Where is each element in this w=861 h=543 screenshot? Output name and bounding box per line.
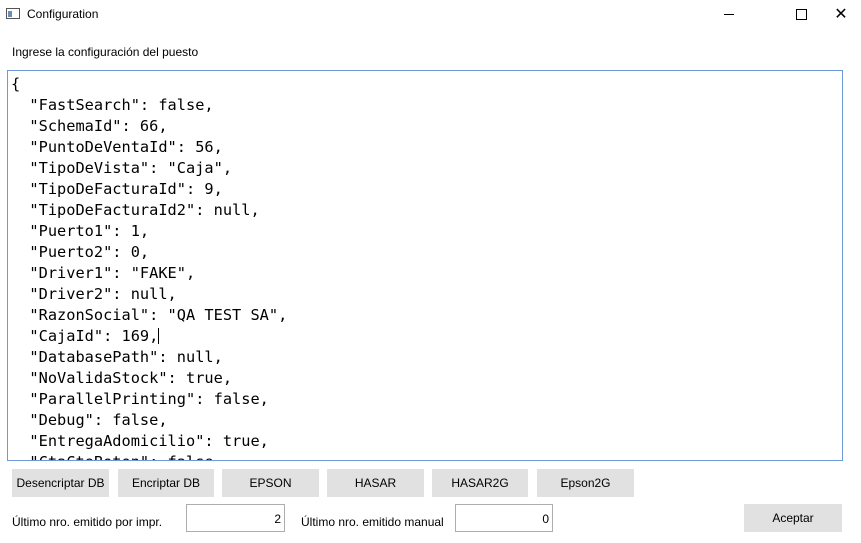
title-bar[interactable]: Configuration ✕: [0, 0, 861, 29]
window-title: Configuration: [27, 7, 99, 21]
ultimo-manual-label: Último nro. emitido manual: [301, 515, 444, 529]
ultimo-impr-label: Último nro. emitido por impr.: [12, 515, 163, 529]
minimize-button[interactable]: [706, 0, 752, 29]
hasar-button[interactable]: HASAR: [327, 469, 424, 497]
editor-text-after-caret: "DatabasePath": null, "NoValidaStock": t…: [29, 348, 269, 460]
aceptar-button[interactable]: Aceptar: [744, 504, 842, 532]
encriptar-db-button[interactable]: Encriptar DB: [118, 469, 214, 497]
ultimo-impr-field[interactable]: 2: [186, 504, 285, 532]
config-prompt-label: Ingrese la configuración del puesto: [12, 45, 199, 59]
ultimo-manual-field[interactable]: 0: [455, 504, 553, 532]
hasar2g-button[interactable]: HASAR2G: [432, 469, 528, 497]
close-icon: ✕: [834, 5, 848, 23]
maximize-icon: [795, 9, 807, 20]
config-json-editor[interactable]: { "FastSearch": false, "SchemaId": 66, "…: [7, 70, 843, 461]
maximize-button[interactable]: [778, 0, 824, 29]
minimize-icon: [724, 14, 734, 15]
editor-text-before-caret: { "FastSearch": false, "SchemaId": 66, "…: [11, 75, 288, 345]
desencriptar-db-button[interactable]: Desencriptar DB: [12, 469, 109, 497]
text-caret: [158, 328, 160, 344]
close-button[interactable]: ✕: [821, 0, 861, 29]
epson-button[interactable]: EPSON: [222, 469, 319, 497]
app-icon: [6, 8, 20, 19]
epson2g-button[interactable]: Epson2G: [537, 469, 634, 497]
